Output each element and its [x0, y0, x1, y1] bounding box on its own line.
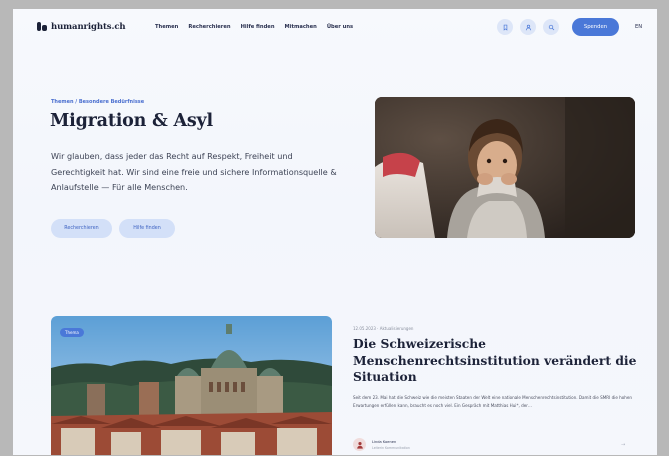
hero-lead-text: Wir glauben, dass jeder das Recht auf Re… — [51, 151, 337, 192]
author-role: Leiterin Kommunikation — [372, 445, 410, 450]
hero-image-child — [375, 97, 635, 238]
article-meta: 12.05.2023 · Aktualisierungen — [353, 326, 414, 331]
hilfe-finden-button[interactable]: Hilfe finden — [119, 219, 175, 238]
avatar — [353, 438, 366, 451]
search-icon[interactable] — [543, 19, 559, 35]
site-header: humanrights.ch Themen Recherchieren Hilf… — [13, 9, 657, 47]
article-author: Linda Koenen Leiterin Kommunikation — [353, 438, 410, 451]
donate-button[interactable]: Spenden — [572, 18, 619, 36]
article-image-bundeshaus[interactable]: Thema — [51, 316, 332, 455]
nav-item-mitmachen[interactable]: Mitmachen — [285, 24, 317, 30]
nav-item-hilfe-finden[interactable]: Hilfe finden — [241, 24, 275, 30]
recherchieren-button[interactable]: Recherchieren — [51, 219, 112, 238]
author-name: Linda Koenen — [372, 439, 397, 444]
language-switch[interactable]: EN — [635, 24, 642, 30]
brand-name: humanrights.ch — [51, 21, 126, 32]
page-frame: humanrights.ch Themen Recherchieren Hilf… — [13, 9, 657, 455]
nav-item-recherchieren[interactable]: Recherchieren — [188, 24, 230, 30]
article-excerpt: Seit dem 23. Mai hat die Schweiz wie die… — [353, 395, 632, 408]
article-title[interactable]: Die Schweizerische Menschenrechtsinstitu… — [353, 336, 638, 386]
nav-item-themen[interactable]: Themen — [155, 24, 178, 30]
arrow-right-icon[interactable]: → — [621, 442, 625, 448]
breadcrumb[interactable]: Themen / Besondere Bedürfnisse — [51, 99, 144, 105]
bookmark-icon[interactable] — [497, 19, 513, 35]
main-nav: Themen Recherchieren Hilfe finden Mitmac… — [155, 24, 353, 30]
user-icon[interactable] — [520, 19, 536, 35]
logo-mark-icon — [37, 21, 47, 32]
nav-item-ueber-uns[interactable]: Über uns — [327, 24, 353, 30]
article-tag-badge: Thema — [60, 328, 84, 337]
page-title: Migration & Asyl — [50, 111, 213, 131]
brand-logo[interactable]: humanrights.ch — [37, 21, 126, 32]
